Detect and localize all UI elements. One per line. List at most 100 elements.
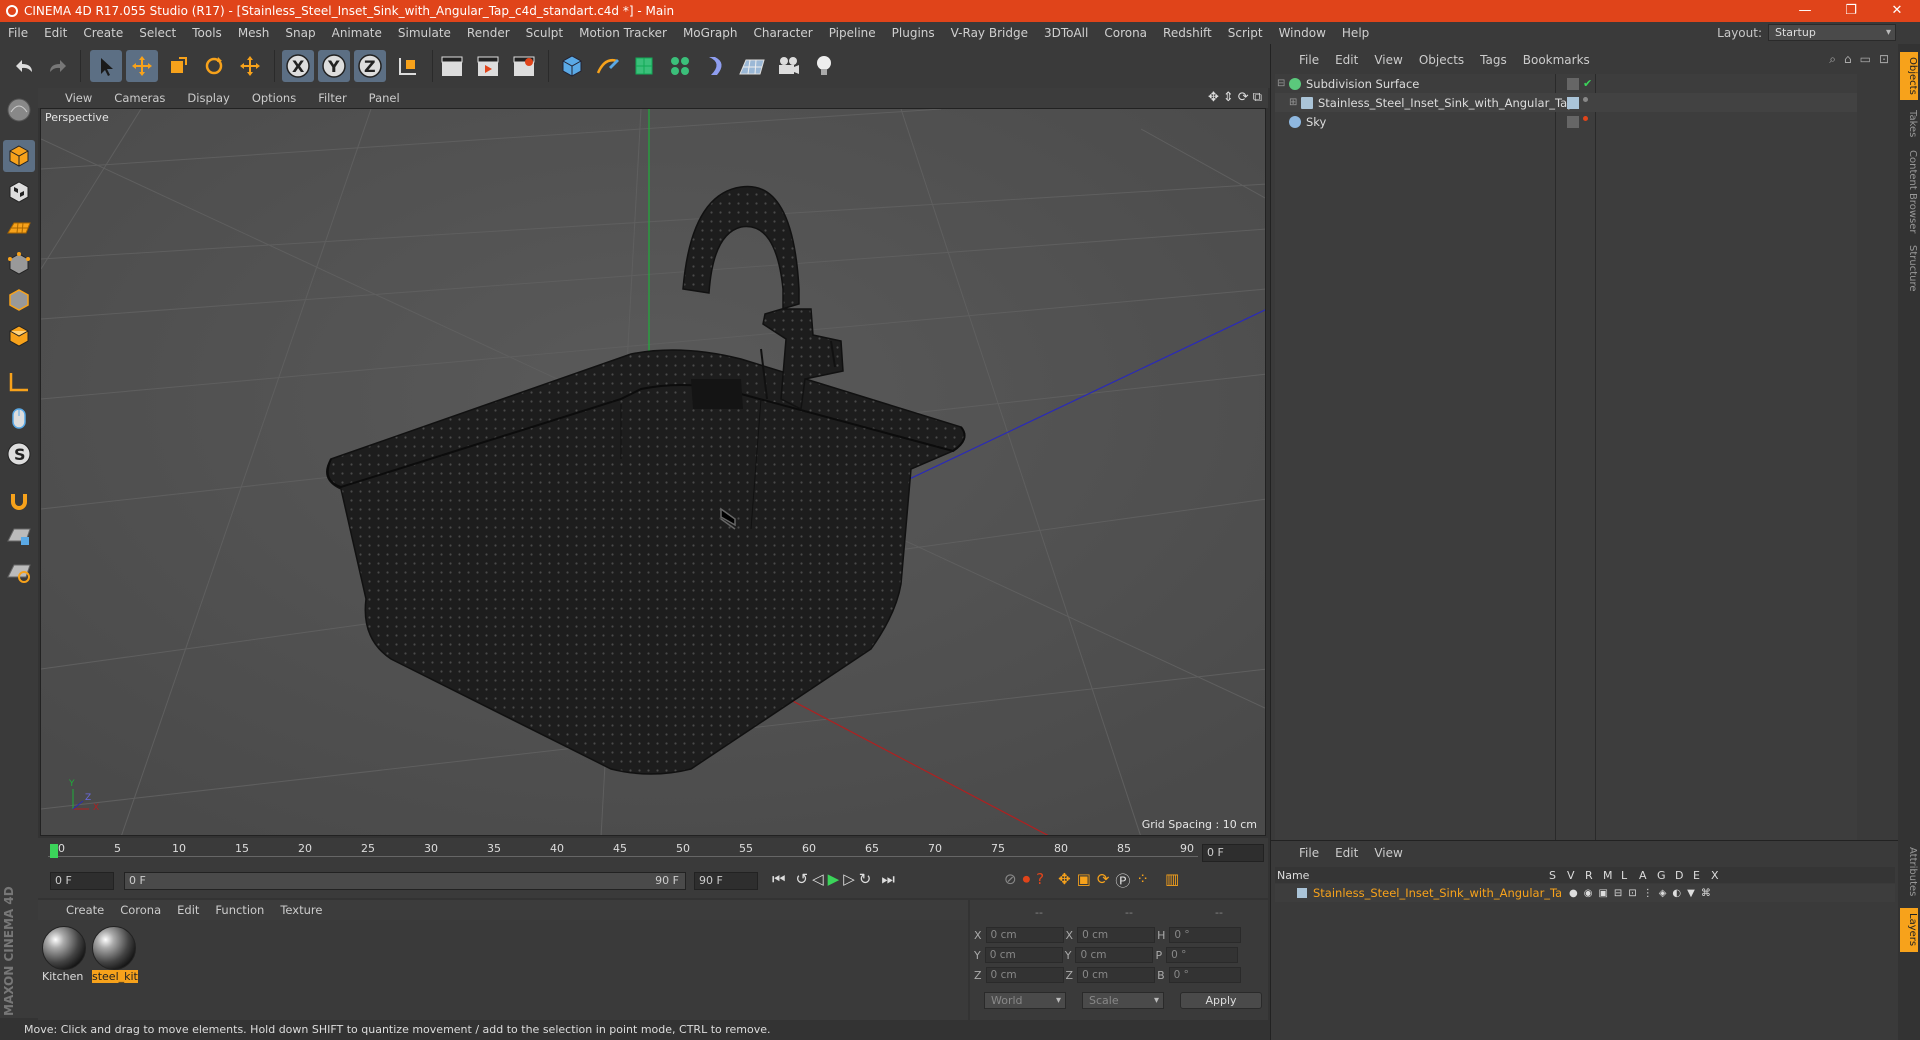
generator-icon[interactable]: ◈ xyxy=(1659,888,1667,899)
move-tool-button[interactable] xyxy=(126,50,158,82)
tab-structure[interactable]: Structure xyxy=(1900,240,1918,296)
tab-objects[interactable]: Objects xyxy=(1900,52,1918,100)
deformer-button[interactable] xyxy=(700,50,732,82)
material-menu-corona[interactable]: Corona xyxy=(112,903,169,917)
position-y-field[interactable]: 0 cm xyxy=(984,947,1063,963)
pan-view-icon[interactable]: ✥ xyxy=(1208,90,1219,105)
undo-button[interactable] xyxy=(8,50,40,82)
spline-pen-button[interactable] xyxy=(592,50,624,82)
size-z-field[interactable]: 0 cm xyxy=(1077,967,1156,983)
coordinate-mode-select[interactable]: Scale xyxy=(1082,992,1164,1009)
menu-pipeline[interactable]: Pipeline xyxy=(821,26,884,40)
viewport-menu-panel[interactable]: Panel xyxy=(358,91,411,105)
solo-mode-button[interactable]: S xyxy=(3,438,35,470)
expand-icon[interactable]: ⊞ xyxy=(1275,97,1301,108)
object-menu-bookmarks[interactable]: Bookmarks xyxy=(1515,53,1598,67)
recent-tool-button[interactable] xyxy=(234,50,266,82)
snap-button[interactable] xyxy=(3,484,35,516)
collapse-icon[interactable]: ⊟ xyxy=(1275,78,1289,89)
object-menu-file[interactable]: File xyxy=(1291,53,1327,67)
menu-vray-bridge[interactable]: V-Ray Bridge xyxy=(943,26,1036,40)
rotation-b-field[interactable]: 0 ° xyxy=(1168,967,1241,983)
render-to-picture-viewer-button[interactable] xyxy=(472,50,504,82)
home-icon[interactable]: ⌂ xyxy=(1844,52,1852,67)
key-parameter-icon[interactable]: Ⓟ xyxy=(1115,870,1130,891)
perspective-viewport[interactable]: Y X Z Perspective Grid Spacing : 10 cm xyxy=(40,108,1266,836)
play-icon[interactable]: ▶ xyxy=(828,870,840,888)
menu-redshift[interactable]: Redshift xyxy=(1155,26,1220,40)
material-kitchen[interactable]: Kitchen xyxy=(42,926,88,986)
tab-takes[interactable]: Takes xyxy=(1900,104,1918,144)
dolly-view-icon[interactable]: ⇕ xyxy=(1223,90,1234,105)
layout-select[interactable]: Startup xyxy=(1768,24,1896,41)
viewport-menu-view[interactable]: View xyxy=(54,91,103,105)
menu-render[interactable]: Render xyxy=(459,26,518,40)
menu-3dtoall[interactable]: 3DToAll xyxy=(1036,26,1096,40)
cloner-button[interactable] xyxy=(664,50,696,82)
step-forward-icon[interactable]: ▷ xyxy=(843,870,855,888)
menu-plugins[interactable]: Plugins xyxy=(884,26,943,40)
menu-snap[interactable]: Snap xyxy=(277,26,323,40)
cube-object-button[interactable] xyxy=(556,50,588,82)
tab-attributes[interactable]: Attributes xyxy=(1900,840,1918,904)
size-y-field[interactable]: 0 cm xyxy=(1075,947,1154,963)
start-frame-field[interactable]: 0 F xyxy=(50,872,114,890)
object-row-sky[interactable]: Sky xyxy=(1275,112,1857,131)
y-axis-lock-button[interactable]: Y xyxy=(318,50,350,82)
menu-sculpt[interactable]: Sculpt xyxy=(518,26,571,40)
polygons-mode-button[interactable] xyxy=(3,320,35,352)
solo-dot-icon[interactable]: ● xyxy=(1569,888,1578,899)
render-icon[interactable]: ▣ xyxy=(1598,888,1607,899)
floor-button[interactable] xyxy=(736,50,768,82)
position-x-field[interactable]: 0 cm xyxy=(985,927,1064,943)
material-steel-kit[interactable]: steel_kit xyxy=(92,926,138,986)
camera-button[interactable] xyxy=(772,50,804,82)
goto-start-icon[interactable]: ⏮ xyxy=(772,870,786,888)
layer-color-icon[interactable] xyxy=(1567,96,1579,109)
restore-button[interactable]: ❐ xyxy=(1828,0,1874,22)
edges-mode-button[interactable] xyxy=(3,284,35,316)
viewport-menu-display[interactable]: Display xyxy=(176,91,240,105)
key-position-icon[interactable]: ✥ xyxy=(1058,870,1071,891)
menu-mesh[interactable]: Mesh xyxy=(230,26,278,40)
maximize-view-icon[interactable]: ⧉ xyxy=(1253,90,1262,105)
scale-tool-button[interactable] xyxy=(162,50,194,82)
object-row-subdivision[interactable]: ⊟ Subdivision Surface ✔ xyxy=(1275,74,1857,93)
menu-corona[interactable]: Corona xyxy=(1096,26,1155,40)
position-z-field[interactable]: 0 cm xyxy=(985,967,1064,983)
orbit-view-icon[interactable]: ⟳ xyxy=(1238,90,1249,105)
object-menu-view[interactable]: View xyxy=(1366,53,1410,67)
object-menu-edit[interactable]: Edit xyxy=(1327,53,1366,67)
record-key-icon[interactable]: ⊘ xyxy=(1004,870,1017,891)
points-mode-button[interactable] xyxy=(3,248,35,280)
object-menu-objects[interactable]: Objects xyxy=(1411,53,1472,67)
tab-layers[interactable]: Layers xyxy=(1900,908,1918,952)
layer-menu-edit[interactable]: Edit xyxy=(1327,846,1366,860)
rotation-h-field[interactable]: 0 ° xyxy=(1169,927,1242,943)
object-row-sink[interactable]: ⊞ Stainless_Steel_Inset_Sink_with_Angula… xyxy=(1275,93,1857,112)
material-menu-create[interactable]: Create xyxy=(58,903,112,917)
layer-menu-view[interactable]: View xyxy=(1366,846,1410,860)
animation-icon[interactable]: ⋮ xyxy=(1643,888,1653,899)
z-axis-lock-button[interactable]: Z xyxy=(354,50,386,82)
subdivision-surface-button[interactable] xyxy=(628,50,660,82)
render-settings-button[interactable] xyxy=(508,50,540,82)
tab-content-browser[interactable]: Content Browser xyxy=(1900,148,1918,236)
expression-icon[interactable]: ▼ xyxy=(1687,888,1695,899)
menu-edit[interactable]: Edit xyxy=(36,26,75,40)
menu-mograph[interactable]: MoGraph xyxy=(675,26,746,40)
frame-range-slider[interactable]: 0 F 90 F xyxy=(124,872,686,890)
menu-simulate[interactable]: Simulate xyxy=(390,26,459,40)
layer-tag-icon[interactable] xyxy=(1567,77,1579,90)
menu-motion-tracker[interactable]: Motion Tracker xyxy=(571,26,675,40)
axis-mode-button[interactable] xyxy=(3,366,35,398)
current-frame-field[interactable]: 0 F xyxy=(1202,844,1264,862)
rotate-tool-button[interactable] xyxy=(198,50,230,82)
autokey-icon[interactable]: ⏺ xyxy=(1023,870,1031,891)
playhead[interactable] xyxy=(50,844,58,858)
minimize-button[interactable]: — xyxy=(1782,0,1828,22)
size-x-field[interactable]: 0 cm xyxy=(1077,927,1156,943)
make-editable-button[interactable] xyxy=(3,94,35,126)
layer-tag-icon[interactable] xyxy=(1567,115,1579,128)
lock-view-icon[interactable]: ⊡ xyxy=(1879,52,1889,67)
